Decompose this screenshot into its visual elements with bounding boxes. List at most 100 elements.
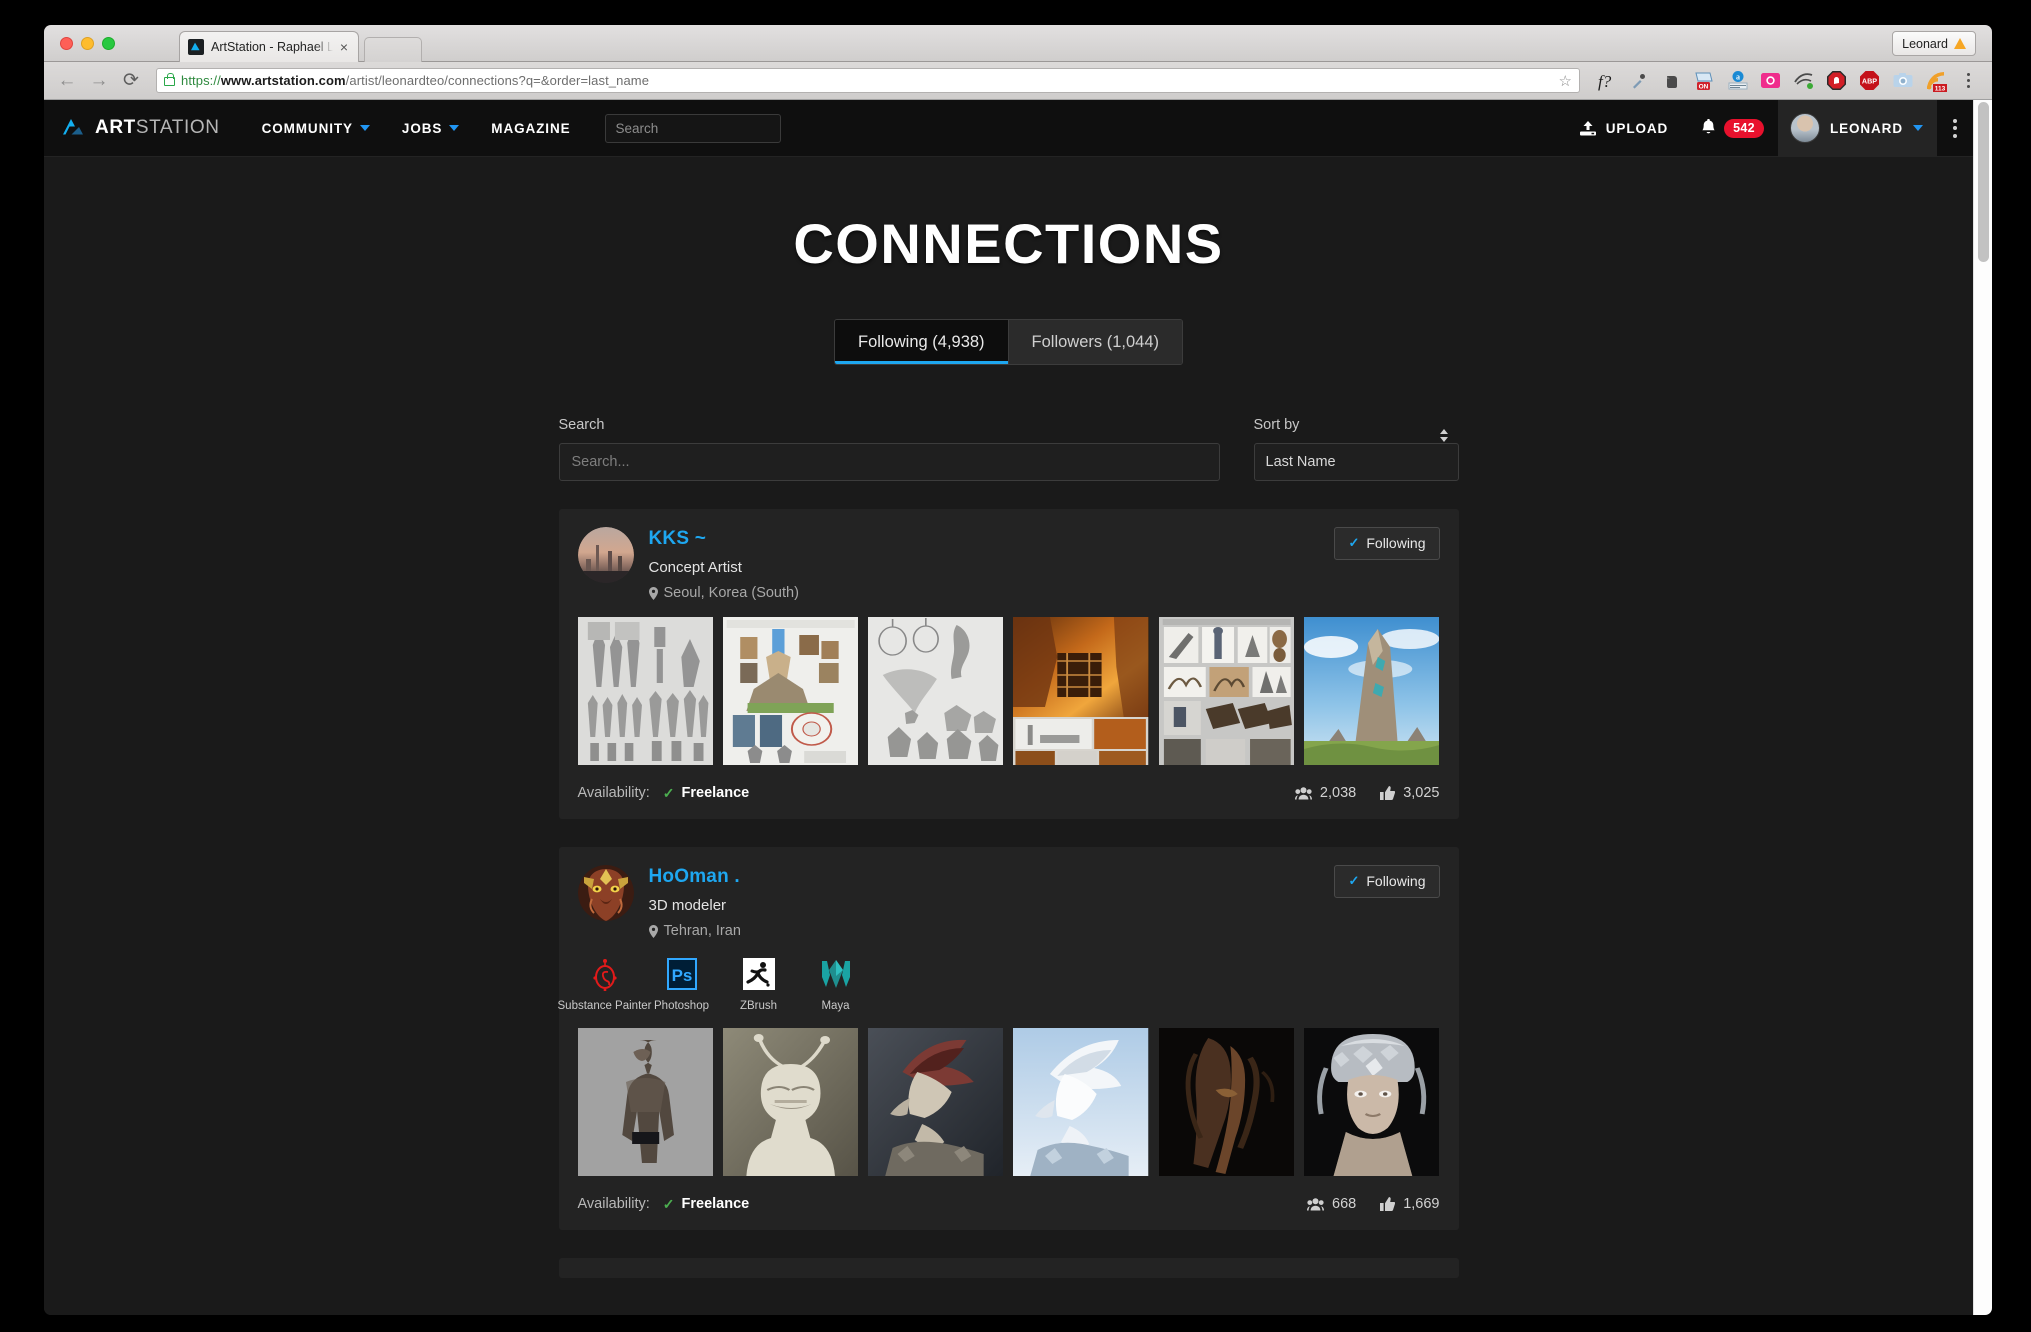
artwork-thumbnail[interactable]: [722, 1028, 859, 1176]
nav-item-jobs[interactable]: JOBS: [386, 100, 475, 157]
screenshot-camera-icon[interactable]: [1889, 67, 1916, 94]
artwork-thumbnail-row: [577, 617, 1440, 765]
connection-card-footer: Availability: ✓ Freelance 2,038 3,025: [578, 767, 1440, 819]
likes-count: 1,669: [1403, 1196, 1440, 1212]
following-button[interactable]: ✓ Following: [1334, 865, 1440, 898]
upload-icon: [1579, 120, 1596, 135]
artstation-navbar: ARTSTATION COMMUNITY JOBS MAGAZINE Searc…: [44, 100, 1973, 157]
scrollbar-thumb[interactable]: [1978, 102, 1989, 262]
svg-text:ABP: ABP: [1862, 77, 1877, 86]
page-title: CONNECTIONS: [793, 212, 1224, 275]
availability-value: ✓ Freelance: [663, 1196, 749, 1213]
browser-tab[interactable]: ArtStation - Raphael Lacos ×: [179, 31, 359, 62]
back-button[interactable]: ←: [54, 68, 80, 94]
artwork-thumbnail[interactable]: [1158, 1028, 1295, 1176]
svg-text:ON: ON: [1698, 83, 1708, 90]
page-viewport: ARTSTATION COMMUNITY JOBS MAGAZINE Searc…: [44, 100, 1992, 1315]
artwork-thumbnail[interactable]: [577, 1028, 713, 1176]
chevron-down-icon: [1913, 125, 1923, 131]
notifications-button[interactable]: 542: [1686, 118, 1778, 138]
search-input[interactable]: [558, 443, 1220, 481]
artstation-logo-icon: [63, 119, 83, 135]
filter-controls: Search Sort by Last Name: [558, 417, 1459, 481]
window-controls[interactable]: [60, 37, 115, 50]
software-item[interactable]: Ps Photoshop: [654, 954, 709, 1012]
turn-off-the-lights-icon[interactable]: ON: [1691, 67, 1718, 94]
software-item[interactable]: Substance Painter: [558, 954, 652, 1012]
address-bar[interactable]: https://www.artstation.com/artist/leonar…: [156, 68, 1580, 93]
upload-button[interactable]: UPLOAD: [1561, 120, 1686, 137]
svg-text:Ps: Ps: [671, 966, 692, 985]
more-options-button[interactable]: [1937, 118, 1973, 138]
artwork-thumbnail[interactable]: [1013, 617, 1149, 765]
software-item[interactable]: Maya: [810, 954, 862, 1012]
adblock-plus-icon[interactable]: ABP: [1856, 67, 1883, 94]
minimize-window-button[interactable]: [81, 37, 94, 50]
navbar-right-group: UPLOAD 542 LEONARD: [1561, 100, 1973, 157]
avatar: [1789, 113, 1820, 143]
connection-name[interactable]: HoOman .: [649, 866, 740, 887]
artwork-thumbnail[interactable]: [577, 617, 713, 765]
flipboard-icon[interactable]: [1790, 67, 1817, 94]
forward-button[interactable]: →: [86, 68, 112, 94]
artwork-thumbnail[interactable]: [1158, 617, 1295, 765]
close-window-button[interactable]: [60, 37, 73, 50]
connection-meta: HoOman . 3D modeler Tehran, Iran: [648, 865, 741, 939]
avatar[interactable]: [577, 865, 634, 921]
bookmark-star-icon[interactable]: ☆: [1559, 72, 1572, 90]
search-field-group: Search: [558, 417, 1220, 481]
navbar-search-input[interactable]: [604, 113, 781, 143]
chevron-down-icon: [449, 125, 460, 131]
nav-item-magazine[interactable]: MAGAZINE: [475, 100, 586, 157]
search-label: Search: [558, 417, 605, 433]
amazon-assistant-icon[interactable]: a: [1724, 67, 1751, 94]
rss-feedly-icon[interactable]: 113: [1922, 67, 1949, 94]
artwork-thumbnail[interactable]: [868, 1028, 1004, 1176]
font-finder-icon[interactable]: f?: [1592, 67, 1619, 94]
artwork-thumbnail[interactable]: [722, 617, 859, 765]
stop-sign-icon[interactable]: [1823, 67, 1850, 94]
profile-chip[interactable]: Leonard: [1892, 31, 1976, 56]
warning-triangle-icon: [1954, 38, 1966, 49]
artwork-thumbnail[interactable]: [1304, 1028, 1440, 1176]
page-scrollbar[interactable]: [1973, 100, 1992, 1315]
sort-by-select[interactable]: Last Name: [1253, 443, 1459, 481]
tab-followers[interactable]: Followers (1,044): [1008, 320, 1183, 364]
software-list: Substance Painter Ps Photoshop ZBrush Ma…: [558, 954, 1440, 1012]
connections-page: CONNECTIONS Following (4,938) Followers …: [44, 157, 1973, 1315]
likes-stat: 1,669: [1380, 1196, 1440, 1212]
availability-label: Availability:: [577, 1196, 650, 1212]
connection-card-header: HoOman . 3D modeler Tehran, Iran ✓ Follo…: [577, 865, 1440, 939]
browser-tab-title: ArtStation - Raphael Lacos: [211, 40, 333, 54]
followers-stat: 668: [1307, 1196, 1356, 1212]
nav-item-community[interactable]: COMMUNITY: [246, 100, 386, 157]
software-label: Photoshop: [654, 1000, 709, 1012]
following-button[interactable]: ✓ Following: [1334, 527, 1440, 560]
nav-item-magazine-label: MAGAZINE: [491, 120, 571, 136]
artwork-thumbnail[interactable]: [868, 617, 1004, 765]
tab-close-icon[interactable]: ×: [340, 40, 350, 54]
connection-name[interactable]: KKS ~: [649, 528, 707, 549]
artstation-logo[interactable]: ARTSTATION: [60, 116, 220, 140]
zbrush-icon: [739, 954, 779, 994]
check-icon: ✓: [1348, 873, 1360, 888]
browser-menu-button[interactable]: [1955, 67, 1982, 94]
software-label: Maya: [821, 1000, 850, 1012]
evernote-icon[interactable]: [1658, 67, 1685, 94]
desktop-background: ArtStation - Raphael Lacos × Leonard ← →…: [0, 0, 2031, 1332]
check-icon: ✓: [1348, 535, 1360, 550]
pocket-icon[interactable]: [1757, 67, 1784, 94]
eyedropper-icon[interactable]: [1625, 67, 1652, 94]
artwork-thumbnail[interactable]: [1013, 1028, 1149, 1176]
new-tab-button[interactable]: [364, 37, 422, 62]
check-icon: ✓: [662, 784, 675, 801]
maximize-window-button[interactable]: [102, 37, 115, 50]
artwork-thumbnail[interactable]: [1304, 617, 1440, 765]
availability-label: Availability:: [577, 785, 650, 801]
user-menu-button[interactable]: LEONARD: [1777, 100, 1937, 157]
reload-button[interactable]: ⟳: [118, 68, 144, 94]
tab-following[interactable]: Following (4,938): [834, 320, 1009, 364]
avatar[interactable]: [577, 527, 634, 583]
software-item[interactable]: ZBrush: [733, 954, 785, 1012]
svg-text:113: 113: [1934, 85, 1945, 92]
